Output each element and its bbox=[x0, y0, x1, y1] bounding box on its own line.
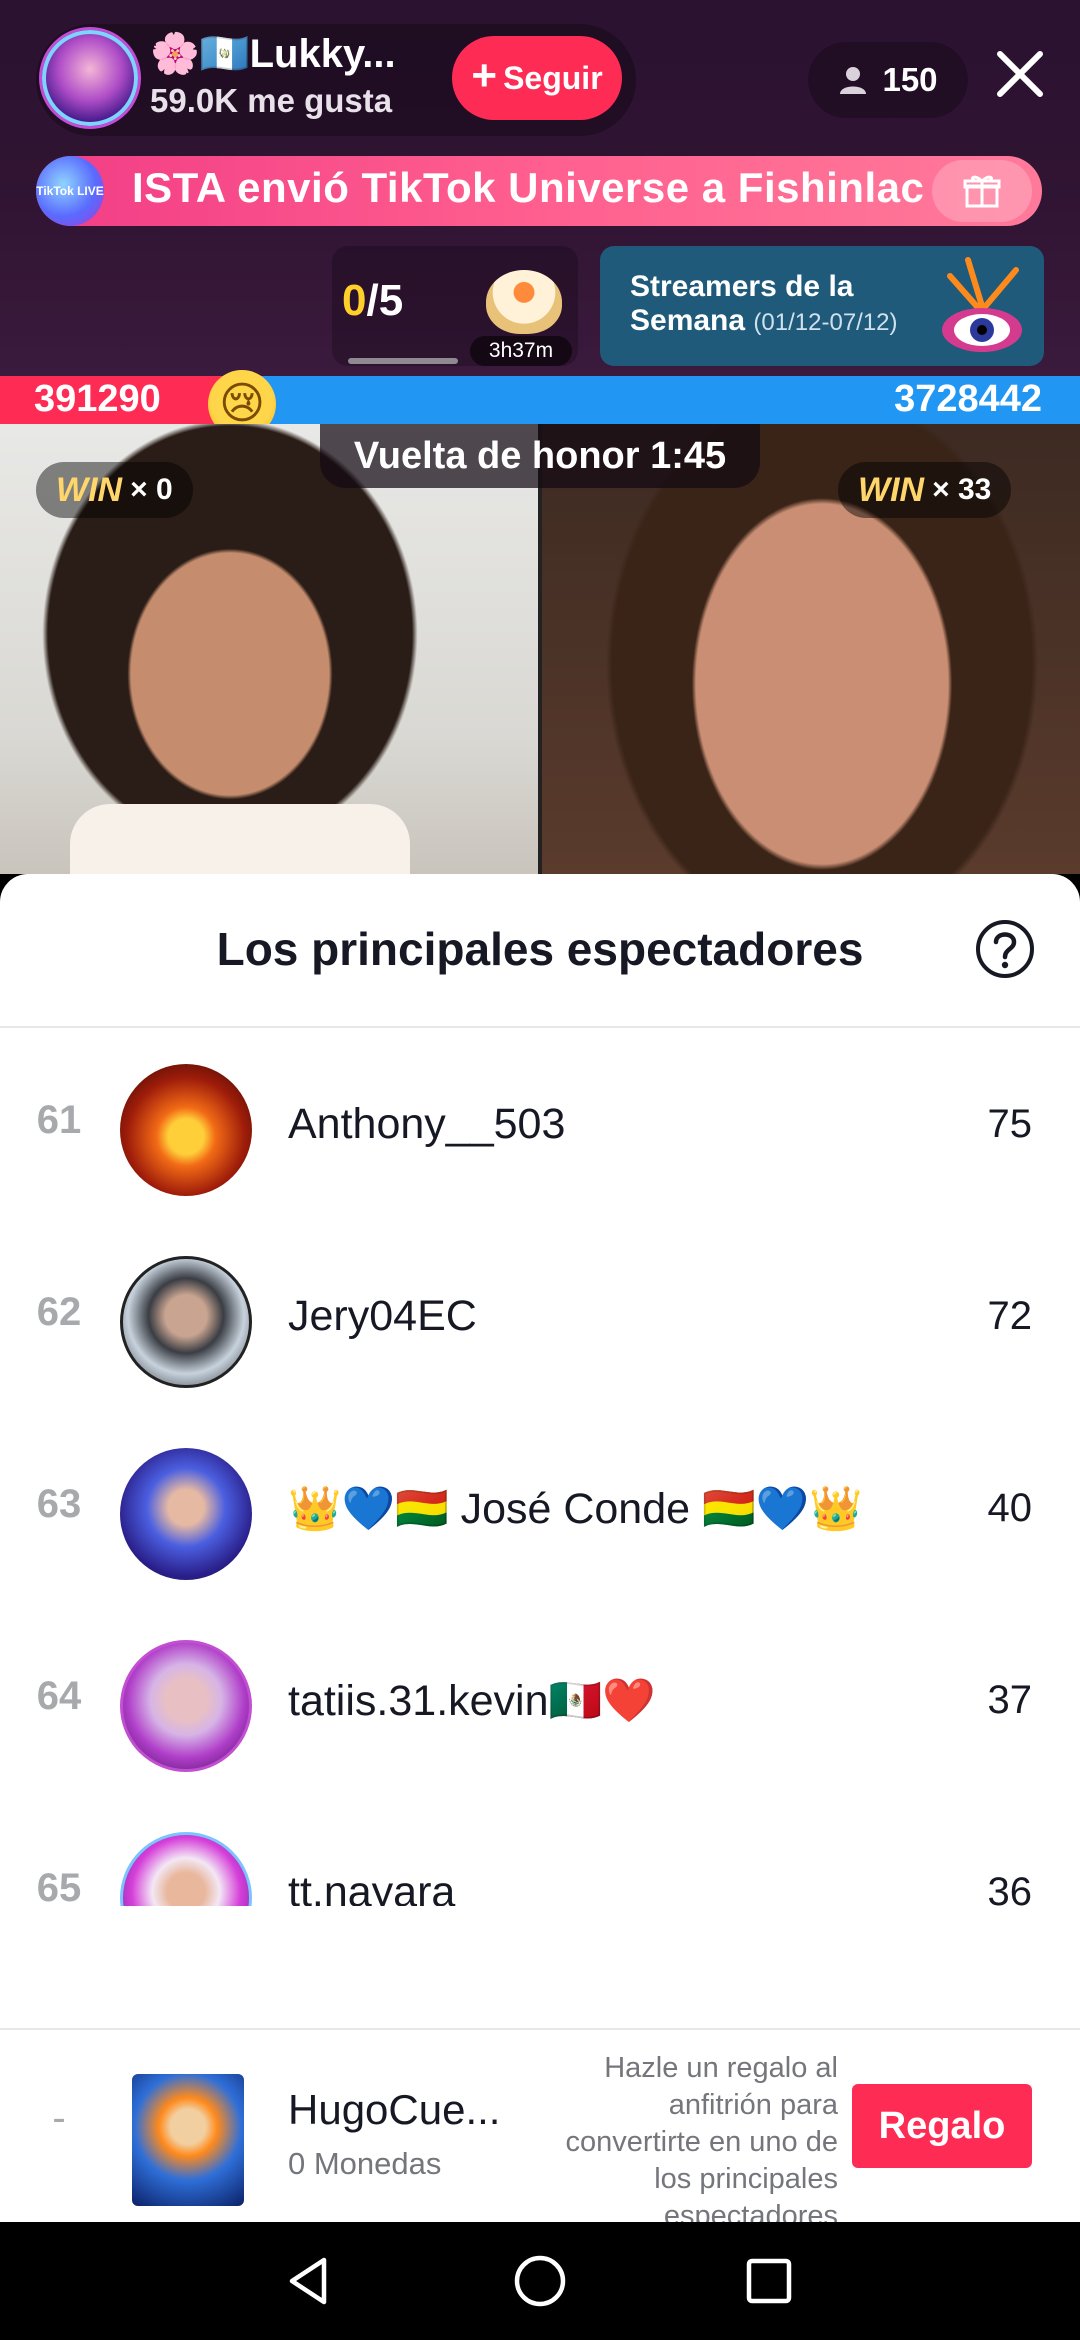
viewer-avatar[interactable] bbox=[120, 1448, 252, 1580]
streamers-date: (01/12-07/12) bbox=[753, 309, 898, 336]
streamers-title: Streamers de la Semana (01/12-07/12) bbox=[630, 270, 898, 340]
my-rank: - bbox=[52, 2096, 66, 2140]
streamers-title-line1: Streamers de la bbox=[630, 270, 854, 303]
eye-icon bbox=[942, 257, 1022, 352]
follow-button[interactable]: + Seguir bbox=[452, 36, 622, 120]
viewer-rank: 65 bbox=[36, 1866, 82, 1906]
goal-time-left: 3h37m bbox=[470, 336, 572, 366]
viewer-count-button[interactable]: 150 bbox=[808, 42, 968, 118]
plus-icon: + bbox=[471, 51, 498, 100]
dessert-gift-icon bbox=[486, 270, 562, 334]
viewer-rank: 61 bbox=[36, 1098, 82, 1142]
goal-current: 0 bbox=[342, 276, 367, 325]
battle-timer: Vuelta de honor 1:45 bbox=[320, 424, 760, 488]
viewer-row[interactable]: 64 tatiis.31.kevin🇲🇽❤️ 37 bbox=[0, 1604, 1080, 1796]
viewer-score: 40 bbox=[987, 1486, 1033, 1530]
person-icon bbox=[840, 67, 867, 94]
my-avatar[interactable] bbox=[132, 2074, 244, 2206]
gift-hint-text: Hazle un regalo al anfitrión para conver… bbox=[565, 2052, 838, 2232]
home-icon[interactable] bbox=[511, 2252, 569, 2310]
viewer-score: 37 bbox=[987, 1678, 1033, 1722]
recents-icon[interactable] bbox=[740, 2252, 798, 2310]
viewer-score: 75 bbox=[987, 1102, 1033, 1146]
viewer-name: 👑💙🇧🇴 José Conde 🇧🇴💙👑 bbox=[288, 1485, 863, 1533]
gift-icon[interactable] bbox=[932, 160, 1032, 222]
goal-progress-bar bbox=[348, 358, 458, 364]
viewer-list[interactable]: 61 Anthony__503 75 62 Jery04EC 72 63 👑💙🇧… bbox=[0, 1028, 1080, 1906]
battle-score-left: 391290 bbox=[34, 378, 161, 420]
win-label: WIN bbox=[858, 470, 925, 509]
win-count-left: WIN × 0 bbox=[36, 462, 193, 518]
viewer-score: 72 bbox=[987, 1294, 1033, 1338]
viewer-row[interactable]: 63 👑💙🇧🇴 José Conde 🇧🇴💙👑 40 bbox=[0, 1412, 1080, 1604]
host-avatar[interactable] bbox=[42, 30, 138, 126]
viewer-name: tatiis.31.kevin🇲🇽❤️ bbox=[288, 1677, 656, 1725]
win-count-right: WIN × 33 bbox=[838, 462, 1012, 518]
viewer-name: Jery04EC bbox=[288, 1292, 477, 1340]
close-icon[interactable] bbox=[990, 44, 1050, 104]
viewer-row[interactable]: 61 Anthony__503 75 bbox=[0, 1028, 1080, 1220]
viewer-score: 36 bbox=[987, 1870, 1033, 1906]
my-rank-row: - HugoCue... 0 Monedas Hazle un regalo a… bbox=[0, 2030, 1080, 2232]
gift-button[interactable]: Regalo bbox=[852, 2084, 1032, 2168]
win-count: × 0 bbox=[130, 473, 173, 506]
viewer-row[interactable]: 62 Jery04EC 72 bbox=[0, 1220, 1080, 1412]
follow-label: Seguir bbox=[503, 59, 603, 96]
goal-total: /5 bbox=[366, 276, 404, 325]
gift-box-icon bbox=[963, 175, 1001, 208]
viewer-rank: 62 bbox=[36, 1290, 82, 1334]
host-name[interactable]: 🌸🇬🇹Lukky... bbox=[150, 30, 396, 77]
viewer-count: 150 bbox=[882, 61, 938, 98]
gift-announcement-banner[interactable]: TikTok LIVE ISTA envió TikTok Universe a… bbox=[36, 156, 1042, 226]
viewer-name: Anthony__503 bbox=[288, 1100, 566, 1148]
win-count: × 33 bbox=[932, 473, 992, 506]
goal-count: 0/5 bbox=[342, 276, 403, 326]
system-nav-bar bbox=[0, 2222, 1080, 2340]
sheet-title: Los principales espectadores bbox=[216, 923, 864, 975]
viewer-avatar[interactable] bbox=[120, 1640, 252, 1772]
viewer-avatar[interactable] bbox=[120, 1064, 252, 1196]
banner-text: ISTA envió TikTok Universe a Fishinlac bbox=[132, 164, 925, 211]
battle-score-right: 3728442 bbox=[894, 378, 1042, 420]
viewer-avatar[interactable] bbox=[120, 1832, 252, 1906]
tiktok-live-badge: TikTok LIVE bbox=[36, 156, 104, 226]
host-likes: 59.0K me gusta bbox=[150, 82, 393, 119]
help-icon[interactable] bbox=[974, 918, 1036, 980]
top-viewers-sheet: Los principales espectadores 61 Anthony_… bbox=[0, 874, 1080, 2232]
viewer-name: tt.nayara bbox=[288, 1868, 456, 1906]
my-name: HugoCue... bbox=[288, 2086, 501, 2133]
viewer-rank: 64 bbox=[36, 1674, 82, 1718]
viewer-avatar[interactable] bbox=[120, 1256, 252, 1388]
my-coins: 0 Monedas bbox=[288, 2146, 442, 2181]
back-icon[interactable] bbox=[280, 2252, 338, 2310]
streamers-title-line2: Semana bbox=[630, 304, 746, 337]
win-label: WIN bbox=[56, 470, 123, 509]
video-left-figure bbox=[70, 804, 410, 874]
viewer-row[interactable]: 65 tt.nayara 36 bbox=[0, 1796, 1080, 1906]
viewer-rank: 63 bbox=[36, 1482, 82, 1526]
